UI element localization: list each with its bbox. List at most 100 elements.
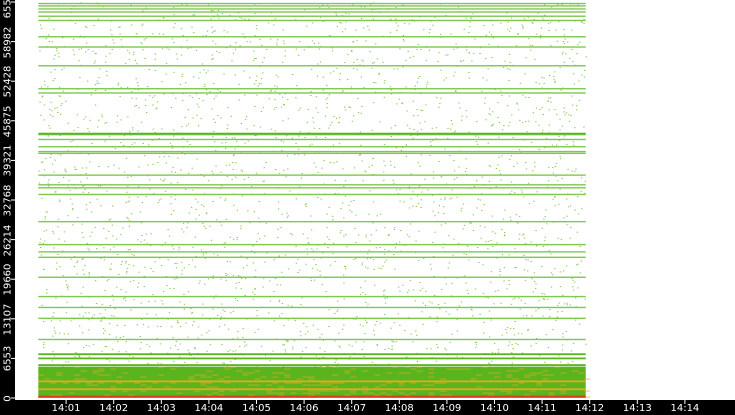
band-cell: [80, 370, 87, 372]
speck-cell: [164, 242, 167, 244]
speck-cell: [269, 360, 271, 362]
speck-cell: [567, 41, 569, 43]
speck-cell: [367, 267, 369, 269]
speck-cell: [51, 41, 53, 43]
speck-cell: [477, 198, 479, 200]
speck-cell: [281, 303, 284, 304]
speck-cell: [541, 227, 543, 229]
speck-cell: [148, 179, 151, 181]
speck-cell: [355, 341, 357, 343]
speck-cell: [254, 13, 256, 14]
band-cell: [206, 382, 213, 384]
speck-cell: [515, 342, 517, 344]
speck-cell: [98, 119, 100, 121]
speck-cell: [422, 302, 424, 304]
x-tick-label: 14:10: [480, 403, 509, 414]
speck-cell: [517, 33, 519, 35]
speck-cell: [269, 280, 271, 282]
speck-cell: [429, 263, 432, 265]
speck-cell: [127, 201, 129, 203]
band-cell: [374, 386, 381, 388]
speck-cell: [285, 135, 288, 137]
band-cell: [224, 368, 231, 370]
speck-cell: [543, 298, 545, 300]
band-cell: [398, 392, 405, 394]
speck-cell: [128, 58, 131, 60]
speck-cell: [277, 39, 279, 41]
speck-cell: [88, 192, 90, 194]
speck-cell: [412, 55, 414, 57]
speck-cell: [479, 53, 481, 54]
speck-cell: [584, 70, 586, 71]
speck-cell: [48, 34, 50, 36]
band-cell: [98, 370, 105, 372]
speck-cell: [571, 49, 573, 50]
speck-cell: [260, 345, 263, 347]
speck-cell: [229, 349, 231, 351]
speck-cell: [138, 271, 140, 273]
speck-cell: [256, 315, 258, 317]
speck-cell: [421, 110, 424, 112]
band-cell: [308, 376, 315, 378]
speck-cell: [56, 48, 58, 49]
band-cell: [428, 372, 435, 374]
speck-cell: [445, 283, 447, 285]
speck-cell: [179, 84, 182, 85]
speck-cell: [222, 362, 224, 364]
speck-cell: [451, 189, 453, 191]
speck-cell: [223, 30, 225, 32]
band-cell: [224, 382, 231, 384]
speck-cell: [575, 168, 577, 170]
speck-cell: [235, 298, 237, 299]
speck-cell: [512, 298, 514, 300]
band-cell: [380, 392, 387, 394]
speck-cell: [170, 107, 172, 108]
speck-cell: [218, 326, 220, 328]
speck-cell: [184, 362, 186, 364]
speck-cell: [482, 264, 484, 266]
band-cell: [110, 390, 117, 392]
speck-cell: [247, 176, 250, 178]
speck-cell: [159, 178, 162, 180]
speck-cell: [333, 116, 335, 118]
speck-cell: [187, 109, 189, 111]
speck-cell: [484, 226, 486, 228]
speck-cell: [126, 270, 128, 272]
speck-cell: [71, 203, 73, 205]
speck-cell: [477, 136, 480, 138]
speck-cell: [439, 308, 441, 310]
speck-cell: [138, 166, 140, 168]
speck-cell: [383, 160, 385, 162]
y-tick-label-wrap: 0: [0, 391, 15, 406]
speck-cell: [420, 199, 422, 201]
speck-cell: [240, 277, 243, 279]
speck-cell: [439, 102, 441, 104]
band-cell: [92, 372, 99, 374]
speck-cell: [434, 17, 436, 18]
band-cell: [506, 376, 513, 378]
speck-cell: [337, 309, 339, 311]
speck-cell: [537, 308, 540, 310]
speck-cell: [488, 180, 491, 182]
speck-cell: [470, 222, 472, 224]
band-cell: [476, 374, 483, 376]
speck-cell: [179, 301, 181, 303]
speck-cell: [514, 247, 516, 249]
band-cell: [176, 392, 183, 394]
speck-cell: [140, 302, 142, 304]
speck-cell: [263, 277, 265, 279]
speck-cell: [196, 362, 198, 364]
speck-cell: [548, 124, 550, 126]
speck-cell: [273, 291, 275, 292]
band-cell: [308, 390, 315, 392]
band-cell: [248, 394, 255, 396]
speck-cell: [473, 52, 475, 54]
speck-cell: [343, 217, 345, 219]
speck-cell: [111, 315, 113, 317]
speck-cell: [375, 247, 377, 249]
band-cell: [242, 372, 249, 374]
band-cell: [536, 382, 543, 384]
speck-cell: [369, 51, 371, 53]
speck-cell: [328, 127, 330, 129]
speck-cell: [301, 297, 303, 299]
